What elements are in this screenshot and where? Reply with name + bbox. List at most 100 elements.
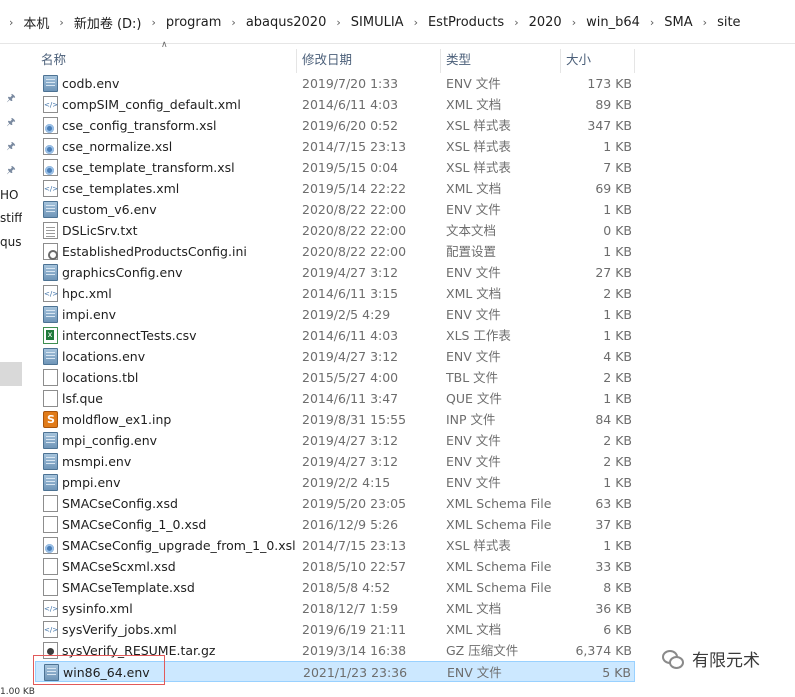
file-row[interactable]: mpi_config.env 2019/4/27 3:12 ENV 文件 2 KB (35, 430, 635, 451)
file-date: 2020/8/22 22:00 (302, 202, 407, 217)
column-divider[interactable] (560, 49, 561, 73)
breadcrumb-item[interactable]: 新加卷 (D:) (73, 13, 143, 32)
address-bar[interactable]: › 本机 › 新加卷 (D:) › program › abaqus2020 › SIMULIA ›… (0, 0, 795, 44)
breadcrumb-item[interactable]: abaqus2020 (245, 15, 328, 30)
file-row[interactable]: cse_config_transform.xsl 2019/6/20 0:52 XS… (35, 115, 635, 136)
breadcrumb-separator-icon[interactable]: › (9, 16, 13, 29)
status-bar-text: 1.00 KB (0, 687, 35, 697)
file-name: custom_v6.env (62, 202, 157, 217)
breadcrumb-separator-icon[interactable]: › (650, 16, 654, 29)
file-row[interactable]: custom_v6.env 2020/8/22 22:00 ENV 文件 1 KB (35, 199, 635, 220)
file-row[interactable]: SMACseTemplate.xsd 2018/5/8 4:52 XML Schem… (35, 577, 635, 598)
file-type: INP 文件 (446, 412, 496, 427)
file-row[interactable]: locations.env 2019/4/27 3:12 ENV 文件 4 KB (35, 346, 635, 367)
breadcrumb-item[interactable]: program (165, 15, 223, 30)
file-name: cse_template_transform.xsl (62, 160, 235, 175)
column-date[interactable]: 修改日期 (302, 45, 352, 73)
file-row[interactable]: impi.env 2019/2/5 4:29 ENV 文件 1 KB (35, 304, 635, 325)
file-row[interactable]: DSLicSrv.txt 2020/8/22 22:00 文本文档 0 KB (35, 220, 635, 241)
column-type[interactable]: 类型 (446, 45, 471, 73)
file-date: 2019/4/27 3:12 (302, 265, 399, 280)
file-date: 2020/8/22 22:00 (302, 223, 407, 238)
file-date: 2019/2/5 4:29 (302, 307, 391, 322)
file-row[interactable]: SMACseScxml.xsd 2018/5/10 22:57 XML Schema… (35, 556, 635, 577)
file-row[interactable]: SMACseConfig_1_0.xsd 2016/12/9 5:26 XML Sc… (35, 514, 635, 535)
column-divider[interactable] (634, 49, 635, 73)
column-divider[interactable] (440, 49, 441, 73)
file-row[interactable]: EstablishedProductsConfig.ini 2020/8/22 2… (35, 241, 635, 262)
file-row[interactable]: cse_normalize.xsl 2014/7/15 23:13 XSL 样式表 1… (35, 136, 635, 157)
breadcrumb-item[interactable]: SIMULIA (350, 15, 405, 30)
file-size: 7 KB (603, 160, 632, 175)
breadcrumb-separator-icon[interactable]: › (514, 16, 518, 29)
breadcrumb-separator-icon[interactable]: › (414, 16, 418, 29)
file-size: 2 KB (603, 433, 632, 448)
file-row[interactable]: SMACseConfig.xsd 2019/5/20 23:05 XML Schem… (35, 493, 635, 514)
file-type: 文本文档 (446, 223, 497, 238)
column-size[interactable]: 大小 (566, 45, 591, 73)
xml-file-icon (43, 600, 58, 617)
file-date: 2019/4/27 3:12 (302, 349, 399, 364)
file-date: 2019/2/2 4:15 (302, 475, 391, 490)
breadcrumb-separator-icon[interactable]: › (59, 16, 63, 29)
file-name: sysVerify_jobs.xml (62, 622, 177, 637)
blank-file-icon (43, 495, 58, 512)
file-size: 2 KB (603, 286, 632, 301)
nav-item-label[interactable]: stiff (0, 211, 22, 225)
file-size: 173 KB (587, 76, 632, 91)
file-row[interactable]: cse_template_transform.xsl 2019/5/15 0:04… (35, 157, 635, 178)
breadcrumb-separator-icon[interactable]: › (231, 16, 235, 29)
text-file-icon (43, 222, 58, 239)
file-size: 1 KB (603, 202, 632, 217)
file-size: 4 KB (603, 349, 632, 364)
file-row[interactable]: lsf.que 2014/6/11 3:47 QUE 文件 1 KB (35, 388, 635, 409)
csv-file-icon (43, 327, 58, 344)
column-divider[interactable] (296, 49, 297, 73)
file-row[interactable]: locations.tbl 2015/5/27 4:00 TBL 文件 2 KB (35, 367, 635, 388)
file-type: XLS 工作表 (446, 328, 511, 343)
file-size: 1 KB (603, 139, 632, 154)
file-date: 2015/5/27 4:00 (302, 370, 399, 385)
nav-item-label[interactable]: HO (0, 188, 22, 202)
file-date: 2019/5/15 0:04 (302, 160, 399, 175)
file-row[interactable]: moldflow_ex1.inp 2019/8/31 15:55 INP 文件 84 … (35, 409, 635, 430)
column-name[interactable]: 名称 (41, 45, 66, 73)
nav-item-label[interactable]: qus (0, 235, 22, 249)
nav-selected-item[interactable] (0, 362, 22, 386)
file-row[interactable]: hpc.xml 2014/6/11 3:15 XML 文档 2 KB (35, 283, 635, 304)
file-type: GZ 压缩文件 (446, 643, 519, 658)
file-date: 2018/5/8 4:52 (302, 580, 391, 595)
file-row[interactable]: compSIM_config_default.xml 2014/6/11 4:03… (35, 94, 635, 115)
breadcrumb-separator-icon[interactable]: › (572, 16, 576, 29)
file-row[interactable]: sysVerify_jobs.xml 2019/6/19 21:11 XML 文档 6… (35, 619, 635, 640)
breadcrumb-item[interactable]: EstProducts (427, 15, 505, 30)
file-row[interactable]: SMACseConfig_upgrade_from_1_0.xsl 2014/7/… (35, 535, 635, 556)
file-row[interactable]: pmpi.env 2019/2/2 4:15 ENV 文件 1 KB (35, 472, 635, 493)
file-type: XSL 样式表 (446, 538, 511, 553)
file-size: 347 KB (587, 118, 632, 133)
file-size: 63 KB (595, 496, 632, 511)
breadcrumb-separator-icon[interactable]: › (152, 16, 156, 29)
breadcrumb-item[interactable]: win_b64 (585, 15, 641, 30)
file-name: EstablishedProductsConfig.ini (62, 244, 247, 259)
file-date: 2016/12/9 5:26 (302, 517, 399, 532)
pin-icon: 🖈 (6, 141, 16, 152)
file-name: SMACseConfig.xsd (62, 496, 178, 511)
breadcrumb-item[interactable]: 2020 (528, 15, 563, 30)
file-row[interactable]: interconnectTests.csv 2014/6/11 4:03 XLS 工… (35, 325, 635, 346)
file-name: codb.env (62, 76, 120, 91)
file-row[interactable]: codb.env 2019/7/20 1:33 ENV 文件 173 KB (35, 73, 635, 94)
breadcrumb-item[interactable]: 本机 (22, 13, 50, 32)
file-row[interactable]: cse_templates.xml 2019/5/14 22:22 XML 文档 69… (35, 178, 635, 199)
breadcrumb-separator-icon[interactable]: › (703, 16, 707, 29)
file-name: SMACseTemplate.xsd (62, 580, 195, 595)
breadcrumb-separator-icon[interactable]: › (336, 16, 340, 29)
file-name: interconnectTests.csv (62, 328, 197, 343)
breadcrumb-item[interactable]: site (716, 15, 741, 30)
file-row[interactable]: graphicsConfig.env 2019/4/27 3:12 ENV 文件 27… (35, 262, 635, 283)
file-date: 2018/12/7 1:59 (302, 601, 399, 616)
file-row[interactable]: msmpi.env 2019/4/27 3:12 ENV 文件 2 KB (35, 451, 635, 472)
file-row[interactable]: sysinfo.xml 2018/12/7 1:59 XML 文档 36 KB (35, 598, 635, 619)
breadcrumb-item[interactable]: SMA (663, 15, 693, 30)
file-date: 2020/8/22 22:00 (302, 244, 407, 259)
